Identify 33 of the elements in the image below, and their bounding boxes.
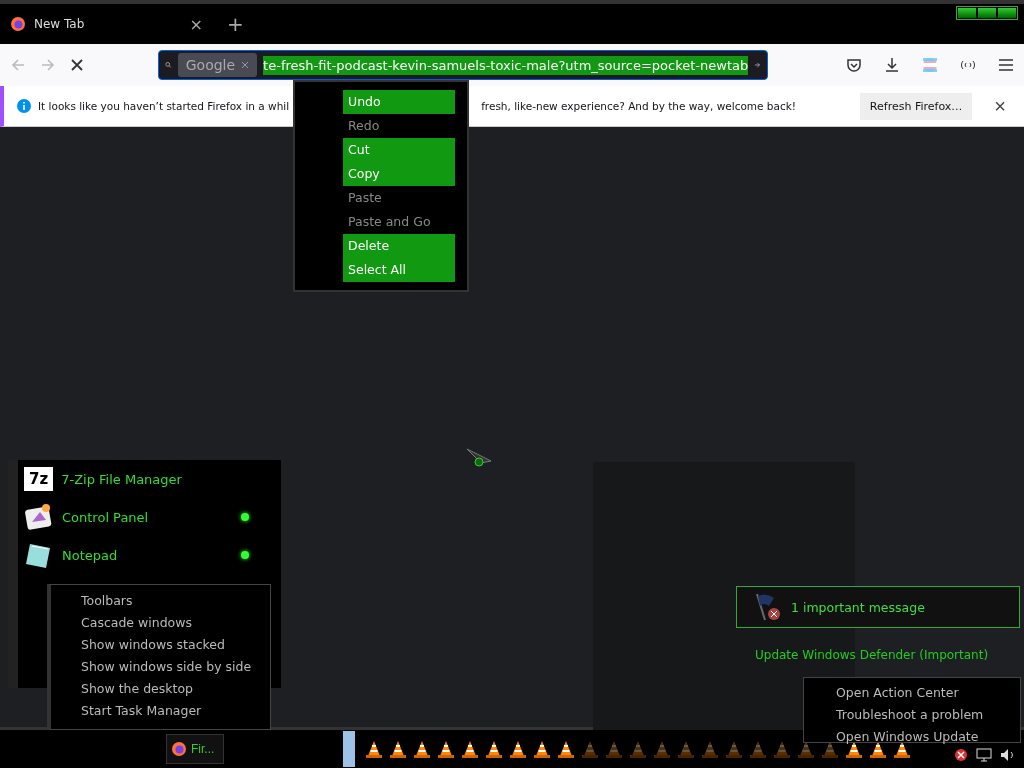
menu-item[interactable]: Show windows stacked xyxy=(77,633,229,655)
menu-item[interactable]: Copy xyxy=(343,162,455,186)
search-engine-label: Google xyxy=(185,57,236,73)
start-menu-item[interactable]: Control Panel xyxy=(18,498,281,536)
menu-item[interactable]: Undo xyxy=(343,90,455,114)
taskbar-app-button[interactable]: Fir... xyxy=(166,734,224,764)
archive-logo: 7z xyxy=(24,467,54,491)
menu-item[interactable]: Open Windows Update xyxy=(832,725,983,747)
menu-item[interactable]: Toolbars xyxy=(77,589,137,611)
close-tab-button[interactable]: × xyxy=(187,14,205,34)
menu-item[interactable]: Troubleshoot a problem xyxy=(832,703,988,725)
menu-item[interactable]: Cascade windows xyxy=(77,611,196,633)
notification-text: It looks like you haven’t started Firefox in a whil xyxy=(38,100,290,112)
start-menu-item[interactable]: 7z 7-Zip File Manager xyxy=(18,460,281,498)
search-engine-chip[interactable]: Google xyxy=(177,53,258,77)
refresh-button[interactable]: Refresh Firefox… xyxy=(859,92,973,120)
menu-item[interactable]: Select All xyxy=(343,258,455,282)
url-text: te-fresh-fit-podcast-kevin-samuels-toxic-male?utm_source=pocket-newtab xyxy=(263,55,749,75)
new-tab-button[interactable]: + xyxy=(221,11,250,37)
notification-text: fresh, like-new experience? And by the way, welcome back! xyxy=(481,100,797,112)
menu-item[interactable]: Delete xyxy=(343,234,455,258)
browser-tab[interactable]: New Tab × xyxy=(0,6,215,42)
update-link[interactable]: Update Windows Defender (Important) xyxy=(755,648,989,662)
start-menu-item[interactable]: Notepad xyxy=(18,536,281,574)
menu-item[interactable]: Open Action Center xyxy=(832,681,963,703)
action-center-popup[interactable]: 1 important message xyxy=(736,586,1020,628)
menu-item[interactable]: Cut xyxy=(343,138,455,162)
menu-item[interactable]: Start Task Manager xyxy=(77,699,206,721)
popup-title: 1 important message xyxy=(791,599,925,615)
menu-item[interactable]: Show windows side by side xyxy=(77,655,256,677)
close-button[interactable]: × xyxy=(988,93,1012,119)
menu-item[interactable]: Show the desktop xyxy=(77,677,198,699)
address-bar[interactable]: Google te-fresh-fit-podcast-kevin-samuels-toxic-male?utm_source=pocket-newtab xyxy=(158,50,768,80)
